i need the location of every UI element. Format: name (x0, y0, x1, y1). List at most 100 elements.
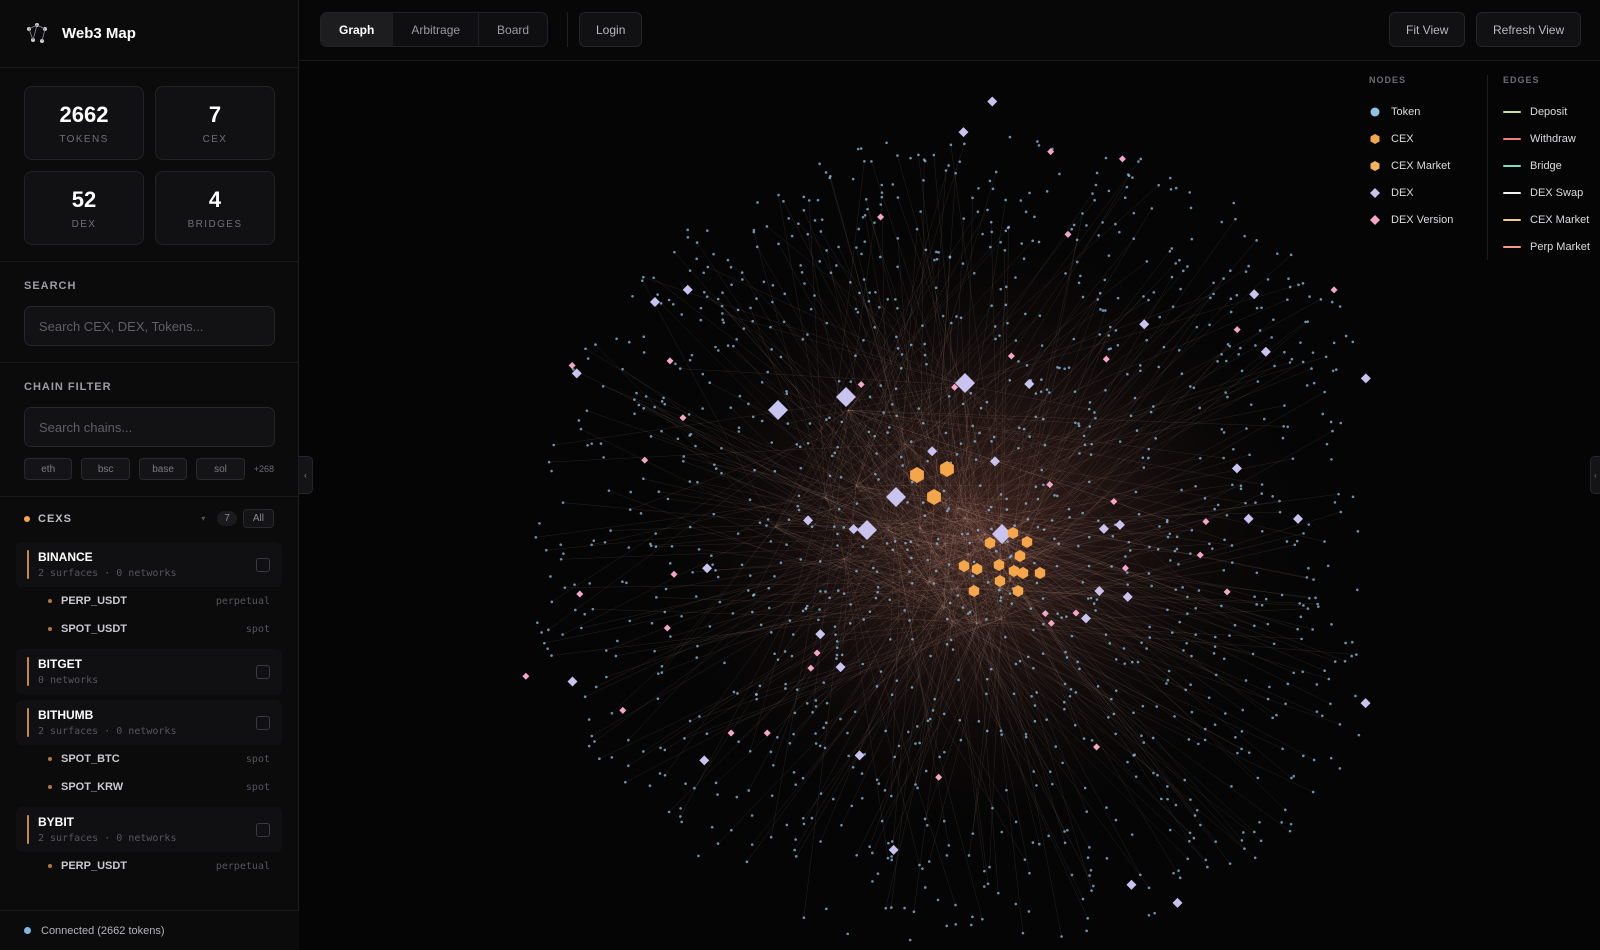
token-node (1150, 584, 1153, 588)
exchange-card[interactable]: BITHUMB 2 surfaces · 0 networks (16, 700, 282, 745)
chain-chip-bsc[interactable]: bsc (81, 458, 130, 480)
token-node (973, 440, 977, 443)
refresh-view-button[interactable]: Refresh View (1476, 12, 1582, 47)
token-node (857, 227, 860, 231)
caret-icon[interactable]: ▾ (201, 514, 205, 523)
token-node (635, 391, 638, 395)
token-node (923, 817, 927, 821)
chain-chip-sol[interactable]: sol (196, 458, 245, 480)
token-node (1005, 788, 1008, 792)
token-node (1189, 206, 1193, 210)
token-node (866, 207, 869, 211)
exchange-card[interactable]: BYBIT 2 surfaces · 0 networks (16, 807, 282, 852)
token-node (1022, 427, 1026, 431)
line-icon (1503, 137, 1521, 140)
token-node (639, 512, 643, 515)
token-node (931, 709, 935, 712)
token-node (748, 498, 752, 501)
search-input[interactable] (24, 306, 275, 346)
token-node (850, 804, 854, 808)
token-node (1158, 525, 1161, 528)
exchange-name: BITGET (38, 657, 82, 671)
exchange-card[interactable]: BITGET 0 networks (16, 649, 282, 694)
token-node (720, 304, 724, 308)
token-node (802, 208, 806, 212)
exchange-checkbox[interactable] (256, 823, 270, 837)
token-node (1060, 616, 1063, 619)
stat-label: TOKENS (59, 133, 109, 145)
token-node (1041, 652, 1045, 655)
chain-search-input[interactable] (24, 407, 275, 447)
exchange-checkbox[interactable] (256, 665, 270, 679)
fit-view-button[interactable]: Fit View (1389, 12, 1466, 47)
token-node (1064, 650, 1067, 654)
token-node (1098, 333, 1102, 336)
token-node (842, 526, 846, 529)
token-node (1030, 694, 1033, 698)
token-node (1174, 803, 1178, 807)
token-node (616, 639, 619, 643)
token-node (655, 596, 658, 599)
token-node (1298, 602, 1301, 605)
token-node (1054, 745, 1058, 748)
surface-item[interactable]: SPOT_USDT spot (16, 615, 282, 643)
tab-graph[interactable]: Graph (321, 13, 394, 46)
exchange-checkbox[interactable] (256, 558, 270, 572)
legend-label: DEX (1391, 186, 1414, 199)
token-node (705, 295, 709, 298)
token-node (751, 415, 755, 419)
surface-item[interactable]: SPOT_KRW spot (16, 773, 282, 801)
cex-all-button[interactable]: All (242, 509, 274, 528)
token-node (1203, 497, 1207, 500)
token-node (1182, 649, 1185, 652)
surface-item[interactable]: PERP_USDT perpetual (16, 587, 282, 615)
token-node (1050, 519, 1054, 522)
token-node (663, 748, 667, 752)
token-node (1240, 369, 1244, 373)
hexagon-icon (1369, 160, 1381, 172)
token-node (1077, 544, 1080, 548)
login-button[interactable]: Login (579, 12, 643, 47)
token-node (999, 240, 1002, 244)
token-node (963, 142, 966, 146)
token-node (836, 589, 840, 592)
token-node (1212, 652, 1216, 655)
token-node (1076, 660, 1079, 664)
chain-chips-more[interactable]: +268 (254, 464, 274, 474)
token-node (941, 314, 945, 318)
token-node (818, 608, 821, 611)
surface-item[interactable]: PERP_USDT perpetual (16, 852, 282, 880)
token-node (770, 794, 774, 797)
token-node (712, 252, 715, 256)
token-node (773, 469, 777, 473)
token-node (1165, 520, 1169, 524)
token-node (1062, 700, 1066, 704)
token-node (767, 586, 771, 590)
collapse-panel-button[interactable]: ‹ (1590, 456, 1600, 494)
surface-item[interactable]: SPOT_BTC spot (16, 745, 282, 773)
token-node (1074, 421, 1077, 425)
token-node (602, 456, 605, 459)
token-node (878, 305, 881, 309)
exchange-card[interactable]: BINANCE 2 surfaces · 0 networks (16, 542, 282, 587)
token-node (550, 654, 553, 657)
chain-chip-base[interactable]: base (138, 458, 188, 480)
token-node (688, 269, 692, 272)
token-node (1281, 436, 1285, 440)
token-node (1039, 390, 1043, 393)
tab-arbitrage[interactable]: Arbitrage (393, 13, 480, 46)
token-node (667, 298, 671, 302)
token-node (574, 608, 577, 612)
token-node (985, 400, 989, 404)
token-node (1145, 338, 1148, 342)
tab-board[interactable]: Board (479, 13, 547, 46)
token-node (755, 297, 758, 300)
token-node (747, 789, 751, 792)
token-node (1156, 773, 1159, 777)
token-node (547, 628, 550, 632)
token-node (875, 778, 879, 782)
stat-label: CEX (202, 133, 228, 145)
chain-chip-eth[interactable]: eth (24, 458, 73, 480)
token-node (798, 445, 802, 449)
exchange-checkbox[interactable] (256, 716, 270, 730)
